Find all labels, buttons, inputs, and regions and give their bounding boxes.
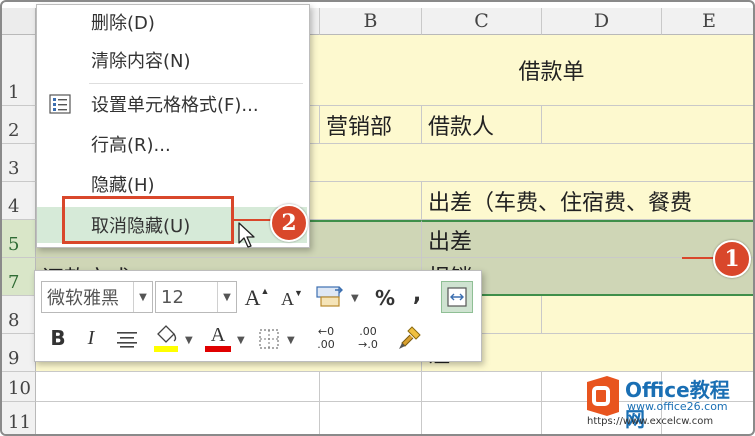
borders-button[interactable] [255, 325, 283, 353]
title-text: 借款单 [518, 60, 585, 85]
increase-decimal-button[interactable]: ←0 .00 [309, 321, 343, 355]
column-header-c[interactable]: C [422, 8, 542, 35]
row-header-5[interactable]: 5 [2, 220, 36, 258]
fill-color-button[interactable] [151, 321, 181, 355]
menu-item-row-height-label: 行高(R)... [91, 135, 171, 156]
chevron-down-icon[interactable]: ▼ [351, 293, 359, 304]
cell-b11[interactable] [320, 402, 422, 434]
menu-item-format-cells[interactable]: 设置单元格格式(F)... [37, 87, 307, 121]
decrease-decimal-button[interactable]: .00 →.0 [351, 321, 385, 355]
menu-item-format-label: 设置单元格格式(F)... [91, 95, 259, 116]
chevron-down-icon[interactable]: ▼ [133, 282, 152, 312]
menu-item-hide-label: 隐藏(H) [91, 175, 155, 196]
column-header-e[interactable]: E [662, 8, 753, 35]
row-header-4[interactable]: 4 [2, 182, 36, 220]
cell-c4[interactable]: 出差（车费、住宿费、餐费 [422, 182, 753, 220]
cell-c2[interactable]: 借款人 [422, 106, 542, 144]
cell-c10[interactable] [422, 372, 542, 402]
row-header-1[interactable]: 1 [2, 35, 36, 106]
merge-center-button[interactable] [441, 281, 473, 313]
format-cells-icon [49, 94, 71, 119]
column-header-d[interactable]: D [542, 8, 662, 35]
increase-font-glyph: A [244, 285, 261, 310]
cell-a11[interactable] [36, 402, 320, 434]
chevron-down-icon[interactable]: ▼ [237, 335, 245, 346]
mouse-cursor-icon [238, 222, 255, 248]
callout-1-pointer [682, 257, 714, 259]
font-size-value: 12 [161, 286, 184, 308]
chevron-down-icon[interactable]: ▼ [185, 335, 193, 346]
menu-item-clear-contents[interactable]: 清除内容(N) [37, 43, 307, 77]
cell-c11[interactable] [422, 402, 542, 434]
callout-1-badge: 1 [713, 240, 751, 278]
font-color-glyph: A [210, 324, 226, 346]
borders-icon [259, 329, 279, 349]
paint-bucket-icon [154, 325, 178, 352]
font-size-combo[interactable]: 12 ▼ [155, 281, 237, 313]
format-painter-icon [399, 326, 421, 349]
font-name-combo[interactable]: 微软雅黑 ▼ [41, 281, 153, 313]
percent-style-button[interactable]: % [371, 283, 399, 313]
decrease-decimal-top: .00 [359, 325, 377, 338]
caret-down-icon: ▼ [294, 288, 303, 298]
increase-decimal-bottom: .00 [317, 338, 335, 351]
increase-decimal-top: ←0 [317, 325, 335, 338]
cell-d8[interactable] [542, 296, 753, 334]
bold-button[interactable]: B [45, 323, 71, 353]
menu-item-delete-label: 删除(D) [91, 13, 155, 34]
row-header-7[interactable]: 7 [2, 258, 36, 296]
caret-up-icon: ▲ [260, 286, 270, 296]
callout-2-badge: 2 [270, 204, 308, 242]
chevron-down-icon[interactable]: ▼ [217, 282, 236, 312]
spreadsheet-window: B C D E 1 2 3 4 5 7 8 9 10 11 借款单 营销部 借款… [0, 0, 755, 436]
align-center-icon [117, 332, 137, 348]
watermark: Office教程网 www.office26.com https://www.e… [583, 372, 743, 431]
font-color-swatch [205, 346, 231, 352]
select-all-corner[interactable] [2, 8, 36, 35]
align-center-button[interactable] [113, 325, 141, 353]
unhide-highlight-box [62, 196, 234, 244]
column-header-b[interactable]: B [320, 8, 422, 35]
row-header-8[interactable]: 8 [2, 296, 36, 334]
watermark-url: https://www.excelcw.com [587, 416, 714, 427]
merge-center-icon [447, 287, 467, 307]
row-header-11[interactable]: 11 [2, 402, 36, 434]
mini-toolbar: 微软雅黑 ▼ 12 ▼ A ▲ A ▼ ▼ % , B I ▼ A ▼ ▼ ←0… [34, 270, 482, 362]
font-color-button[interactable]: A [203, 321, 233, 355]
cell-d2[interactable] [542, 106, 753, 144]
menu-separator [89, 83, 303, 84]
row-header-9[interactable]: 9 [2, 334, 36, 372]
cell-a10[interactable] [36, 372, 320, 402]
cell-c5[interactable]: 出差 [422, 220, 753, 258]
callout-2-pointer [234, 219, 274, 221]
comma-style-button[interactable]: , [407, 279, 427, 309]
cell-b10[interactable] [320, 372, 422, 402]
increase-font-size-button[interactable]: A ▲ [243, 283, 271, 313]
font-name-value: 微软雅黑 [47, 288, 119, 309]
row-header-3[interactable]: 3 [2, 144, 36, 182]
office-logo-icon [587, 376, 619, 416]
cell-b2[interactable]: 营销部 [320, 106, 422, 144]
row-header-10[interactable]: 10 [2, 372, 36, 402]
decrease-font-glyph: A [281, 288, 295, 309]
format-painter-button[interactable] [395, 323, 425, 353]
menu-item-clear-label: 清除内容(N) [91, 51, 191, 72]
chevron-down-icon[interactable]: ▼ [287, 335, 295, 346]
cell-styles-icon [316, 286, 343, 307]
watermark-site: www.office26.com [627, 400, 728, 413]
row-header-2[interactable]: 2 [2, 106, 36, 144]
decrease-decimal-bottom: →.0 [358, 338, 378, 351]
menu-item-delete[interactable]: 删除(D) [37, 5, 307, 39]
menu-item-row-height[interactable]: 行高(R)... [37, 127, 307, 161]
cell-styles-button[interactable] [313, 281, 347, 313]
decrease-font-size-button[interactable]: A ▼ [279, 285, 305, 313]
italic-button[interactable]: I [79, 323, 103, 353]
